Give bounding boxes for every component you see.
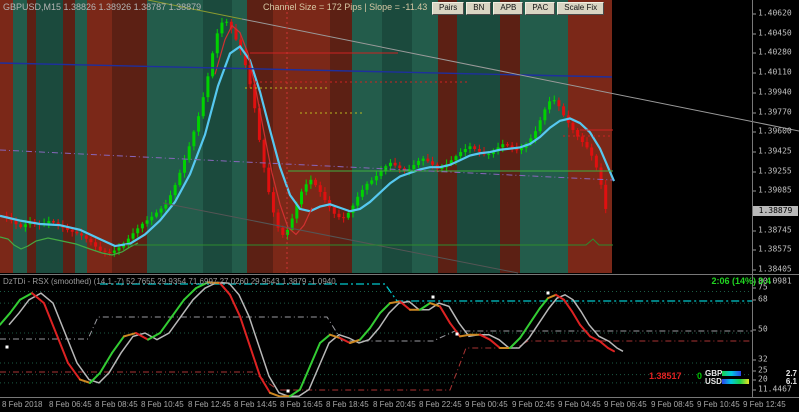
indicator-axis-label: 50 — [753, 324, 768, 334]
price-axis-label: 1.39770 — [753, 107, 792, 117]
time-axis-label: 9 Feb 12:45 — [743, 400, 786, 409]
time-axis-label: 8 Feb 12:45 — [188, 400, 231, 409]
current-price-tag: 1.38879 — [753, 206, 798, 216]
usd-strength-bar — [722, 379, 749, 384]
price-axis-label: 1.40110 — [753, 67, 792, 77]
price-axis-label: 1.39425 — [753, 146, 792, 156]
time-axis-label: 8 Feb 10:45 — [141, 400, 184, 409]
channel-info-text: Channel Size = 172 Pips | Slope = -11.43 — [263, 2, 428, 12]
price-axis-label: 1.39085 — [753, 185, 792, 195]
gbp-strength-bar — [722, 371, 741, 376]
time-axis-label: 9 Feb 10:45 — [697, 400, 740, 409]
symbol-ohlc-readout: GBPUSD,M15 1.38826 1.38926 1.38787 1.388… — [3, 2, 202, 12]
time-axis-label: 9 Feb 04:45 — [558, 400, 601, 409]
time-axis-label: 9 Feb 08:45 — [651, 400, 694, 409]
indicator-name-label: DzTDi - RSX (smoothed) (14,1,-7) 52.7655… — [3, 277, 336, 286]
indicator-axis-label: 32 — [753, 354, 768, 364]
pac-button[interactable]: PAC — [525, 2, 556, 15]
price-axis[interactable]: 1.40620 1.40450 1.40280 1.40110 1.39940 1.397… — [753, 0, 799, 397]
time-axis[interactable]: 8 Feb 2018 8 Feb 06:45 8 Feb 08:45 8 Feb 10… — [0, 399, 799, 412]
time-axis-label: 8 Feb 08:45 — [95, 400, 138, 409]
time-axis-label: 9 Feb 02:45 — [512, 400, 555, 409]
price-axis-label: 1.40620 — [753, 8, 792, 18]
time-axis-label: 9 Feb 00:45 — [465, 400, 508, 409]
indicator-button-row: Pairs BN APB PAC Scale Fix — [432, 2, 605, 15]
price-axis-label: 1.39940 — [753, 87, 792, 97]
indicator-axis-label: 25 — [753, 365, 768, 375]
time-axis-label: 8 Feb 2018 — [2, 400, 43, 409]
time-axis-label: 8 Feb 22:45 — [419, 400, 462, 409]
time-axis-label: 8 Feb 20:45 — [373, 400, 416, 409]
scale-fix-button[interactable]: Scale Fix — [557, 2, 605, 15]
bn-button[interactable]: BN — [466, 2, 492, 15]
price-axis-label: 1.38575 — [753, 244, 792, 254]
price-axis-label: 1.38745 — [753, 225, 792, 235]
spread-glyph: 0 — [697, 371, 703, 381]
main-chart-canvas[interactable] — [0, 0, 799, 412]
bid-price-label: 1.38517 — [649, 371, 682, 381]
candle-timer-text: 2:06 (14%) 0.4 — [711, 276, 771, 286]
time-axis-label: 8 Feb 14:45 — [234, 400, 277, 409]
price-axis-label: 1.39600 — [753, 126, 792, 136]
indicator-axis-label: 68 — [753, 294, 768, 304]
price-axis-label: 1.40450 — [753, 28, 792, 38]
time-axis-label: 8 Feb 18:45 — [326, 400, 369, 409]
usd-strength-value: 6.1 — [785, 377, 797, 386]
usd-strength-label: USD — [705, 377, 722, 386]
pairs-button[interactable]: Pairs — [432, 2, 465, 15]
price-axis-label: 1.38405 — [753, 264, 792, 274]
time-axis-label: 8 Feb 06:45 — [49, 400, 92, 409]
price-axis-label: 1.40280 — [753, 47, 792, 57]
time-axis-label: 8 Feb 16:45 — [280, 400, 323, 409]
price-axis-label: 1.39255 — [753, 166, 792, 176]
apb-button[interactable]: APB — [493, 2, 524, 15]
indicator-axis-label: 20 — [753, 374, 768, 384]
mt4-chart-window: GBPUSD,M15 1.38826 1.38926 1.38787 1.388… — [0, 0, 799, 412]
time-axis-label: 9 Feb 06:45 — [604, 400, 647, 409]
